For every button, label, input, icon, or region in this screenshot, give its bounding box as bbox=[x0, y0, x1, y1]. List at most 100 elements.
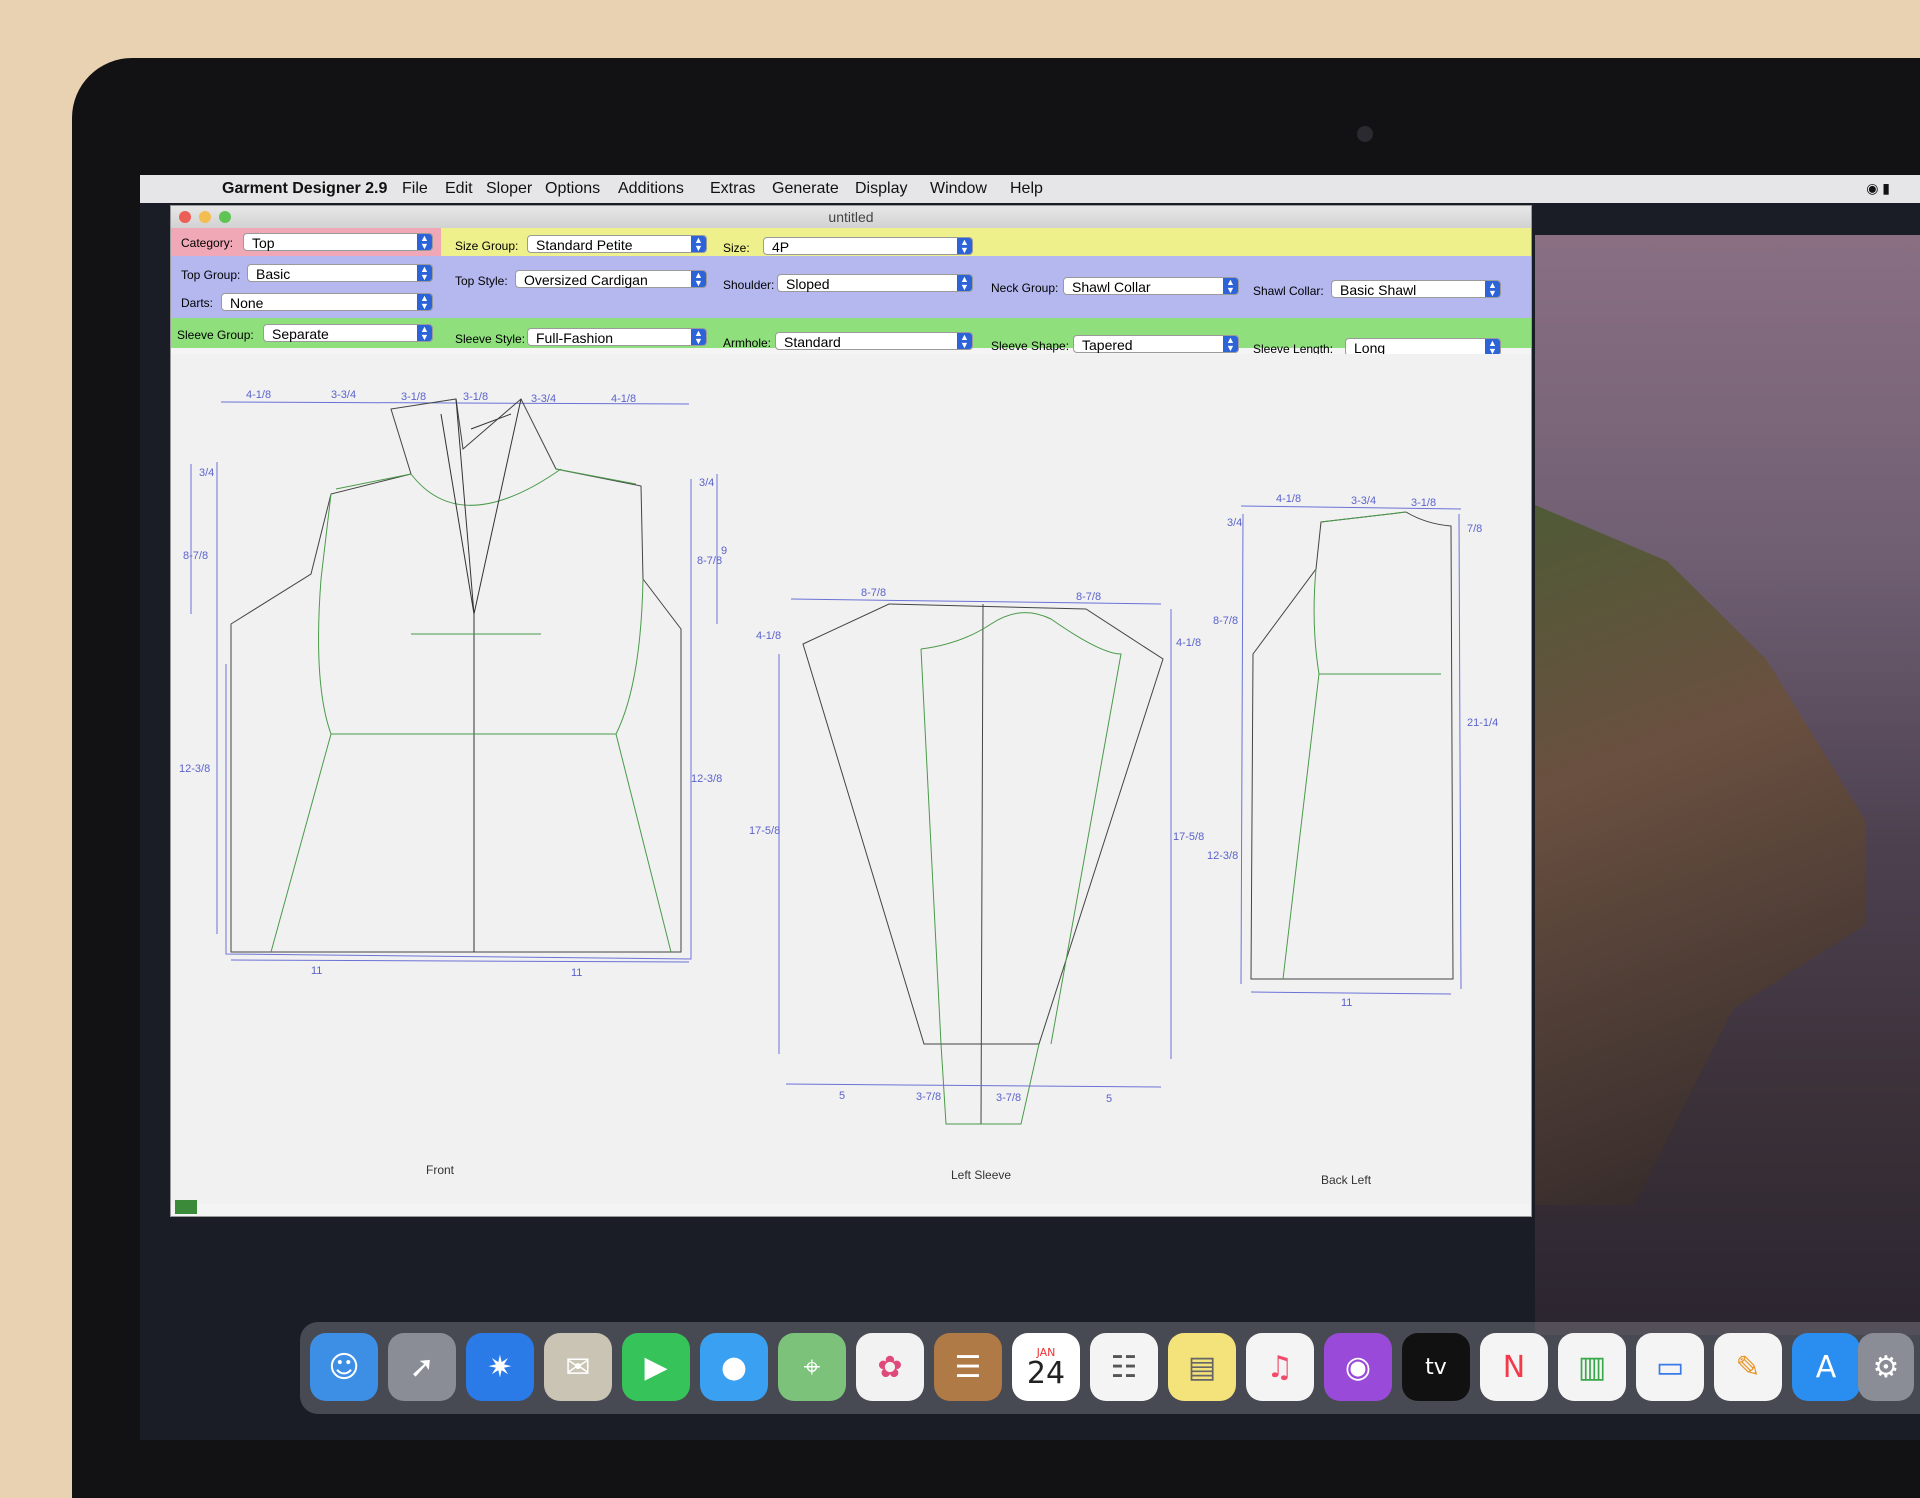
sleeve-dim-top-2: 8-7/8 bbox=[1076, 591, 1101, 603]
menu-window[interactable]: Window bbox=[930, 180, 987, 198]
system-preferences-icon[interactable]: ⚙ bbox=[1858, 1333, 1914, 1401]
menu-file[interactable]: File bbox=[402, 180, 428, 198]
category-label: Category: bbox=[181, 236, 234, 250]
sleeve-shape-select[interactable]: Tapered ▲ ▼ bbox=[1073, 335, 1239, 353]
finder-icon[interactable]: ☺ bbox=[310, 1333, 378, 1401]
menu-sloper[interactable]: Sloper bbox=[486, 180, 532, 198]
menu-edit[interactable]: Edit bbox=[445, 180, 473, 198]
front-dim-top-3: 3-1/8 bbox=[401, 391, 426, 403]
safari-icon[interactable]: ✷ bbox=[466, 1333, 534, 1401]
title-bar: untitled bbox=[171, 206, 1531, 228]
back-piece bbox=[1240, 505, 1462, 995]
notes-icon[interactable]: ▤ bbox=[1168, 1333, 1236, 1401]
sleeve-dim-bottom-3: 3-7/8 bbox=[996, 1092, 1021, 1104]
back-dim-side-2: 7/8 bbox=[1467, 523, 1482, 535]
menu-additions[interactable]: Additions bbox=[618, 180, 684, 198]
top-style-select[interactable]: Oversized Cardigan ▲ ▼ bbox=[515, 270, 707, 288]
sleeve-dim-top-1: 8-7/8 bbox=[861, 587, 886, 599]
screen: Garment Designer 2.9 File Edit Sloper Op… bbox=[140, 175, 1920, 1440]
status-icons[interactable]: ◉ ▮ bbox=[1866, 180, 1890, 197]
app-name[interactable]: Garment Designer 2.9 bbox=[222, 180, 387, 198]
back-dim-top-1: 4-1/8 bbox=[1276, 493, 1301, 505]
tv-label: tv bbox=[1425, 1354, 1447, 1380]
add-icon[interactable] bbox=[175, 1200, 197, 1214]
front-dim-bottom-2: 11 bbox=[571, 967, 582, 979]
sleeve-dim-side-2: 4-1/8 bbox=[1176, 637, 1201, 649]
pattern-canvas[interactable]: 4-1/8 3-3/4 3-1/8 3-1/8 3-3/4 4-1/8 3/4 … bbox=[171, 354, 1531, 1204]
menu-extras[interactable]: Extras bbox=[710, 180, 755, 198]
camera bbox=[1357, 126, 1373, 142]
mail-icon[interactable]: ✉ bbox=[544, 1333, 612, 1401]
photos-icon[interactable]: ✿ bbox=[856, 1333, 924, 1401]
sleeve-dim-side-3: 17-5/8 bbox=[749, 825, 780, 837]
sleeve-style-select[interactable]: Full-Fashion ▲ ▼ bbox=[527, 328, 707, 346]
facetime-icon[interactable]: ▶ bbox=[622, 1333, 690, 1401]
sleeve-piece bbox=[778, 598, 1172, 1125]
back-dim-top-2: 3-3/4 bbox=[1351, 495, 1376, 507]
calendar-icon[interactable]: JAN 24 bbox=[1012, 1333, 1080, 1401]
front-dim-right-1: 3/4 bbox=[699, 477, 714, 489]
window-title: untitled bbox=[828, 209, 874, 225]
front-dim-right-4: 12-3/8 bbox=[691, 773, 722, 785]
darts-select[interactable]: None ▲ ▼ bbox=[221, 293, 433, 311]
menu-bar: Garment Designer 2.9 File Edit Sloper Op… bbox=[140, 175, 1920, 203]
sleeve-shape-label: Sleeve Shape: bbox=[991, 339, 1070, 353]
shawl-collar-select[interactable]: Basic Shawl ▲ ▼ bbox=[1331, 280, 1501, 298]
launchpad-icon[interactable]: ➚ bbox=[388, 1333, 456, 1401]
front-dim-top-6: 4-1/8 bbox=[611, 393, 636, 405]
top-group-select[interactable]: Basic ▲ ▼ bbox=[247, 264, 433, 282]
size-select[interactable]: 4P ▲ ▼ bbox=[763, 237, 973, 255]
sleeve-style-label: Sleeve Style: bbox=[455, 332, 526, 346]
back-dim-side-5: 12-3/8 bbox=[1207, 850, 1238, 862]
pages-icon[interactable]: ✎ bbox=[1714, 1333, 1782, 1401]
contacts-icon[interactable]: ☰ bbox=[934, 1333, 1002, 1401]
neck-group-select[interactable]: Shawl Collar ▲ ▼ bbox=[1063, 277, 1239, 295]
shawl-collar-label: Shawl Collar: bbox=[1253, 284, 1324, 298]
front-piece bbox=[190, 398, 718, 963]
messages-icon[interactable]: ● bbox=[700, 1333, 768, 1401]
sleeve-dim-bottom-2: 3-7/8 bbox=[916, 1091, 941, 1103]
menu-options[interactable]: Options bbox=[545, 180, 600, 198]
front-dim-top-4: 3-1/8 bbox=[463, 391, 488, 403]
menu-generate[interactable]: Generate bbox=[772, 180, 839, 198]
sleeve-dim-bottom-1: 5 bbox=[839, 1090, 845, 1102]
armhole-label: Armhole: bbox=[723, 336, 772, 350]
sleeve-dim-side-4: 17-5/8 bbox=[1173, 831, 1204, 843]
maps-icon[interactable]: ⌖ bbox=[778, 1333, 846, 1401]
darts-label: Darts: bbox=[181, 296, 214, 310]
news-icon[interactable]: N bbox=[1480, 1333, 1548, 1401]
top-group-label: Top Group: bbox=[181, 268, 241, 282]
back-dimensions: 4-1/8 3-3/4 3-1/8 3/4 7/8 8-7/8 21-1/4 1… bbox=[1207, 493, 1498, 1009]
front-dim-left-3: 12-3/8 bbox=[179, 763, 210, 775]
category-select[interactable]: Top ▲ ▼ bbox=[243, 233, 433, 251]
menu-help[interactable]: Help bbox=[1010, 180, 1043, 198]
sleeve-group-select[interactable]: Separate ▲ ▼ bbox=[263, 324, 433, 342]
app-window: untitled Category: Top ▲ ▼ Size Group: Sta… bbox=[170, 205, 1532, 1217]
armhole-select[interactable]: Standard ▲ ▼ bbox=[775, 332, 973, 350]
front-piece-label: Front bbox=[426, 1163, 455, 1177]
music-icon[interactable]: ♫ bbox=[1246, 1333, 1314, 1401]
back-dim-bottom-1: 11 bbox=[1341, 997, 1352, 1009]
podcasts-icon[interactable]: ◉ bbox=[1324, 1333, 1392, 1401]
front-dim-top-2: 3-3/4 bbox=[331, 389, 356, 401]
front-dim-left-1: 3/4 bbox=[199, 467, 214, 479]
keynote-icon[interactable]: ▭ bbox=[1636, 1333, 1704, 1401]
shoulder-select[interactable]: Sloped ▲ ▼ bbox=[777, 274, 973, 292]
app-store-icon[interactable]: A bbox=[1792, 1333, 1860, 1401]
sleeve-dim-side-1: 4-1/8 bbox=[756, 630, 781, 642]
back-dim-top-3: 3-1/8 bbox=[1411, 497, 1436, 509]
sleeve-dimensions: 8-7/8 8-7/8 4-1/8 4-1/8 17-5/8 17-5/8 5 … bbox=[749, 587, 1204, 1105]
numbers-icon[interactable]: ▥ bbox=[1558, 1333, 1626, 1401]
front-dim-right-3: 9 bbox=[721, 545, 727, 557]
calendar-day: 24 bbox=[1026, 1355, 1066, 1391]
back-piece-label: Back Left bbox=[1321, 1173, 1372, 1187]
front-dimensions: 4-1/8 3-3/4 3-1/8 3-1/8 3-3/4 4-1/8 3/4 … bbox=[179, 389, 727, 979]
menu-display[interactable]: Display bbox=[855, 180, 907, 198]
shoulder-label: Shoulder: bbox=[723, 278, 775, 292]
sleeve-dim-bottom-4: 5 bbox=[1106, 1093, 1112, 1105]
front-dim-top-5: 3-3/4 bbox=[531, 393, 556, 405]
sleeve-piece-label: Left Sleeve bbox=[951, 1168, 1011, 1182]
size-group-select[interactable]: Standard Petite ▲ ▼ bbox=[527, 235, 707, 253]
reminders-icon[interactable]: ☷ bbox=[1090, 1333, 1158, 1401]
tv-icon[interactable]: tv bbox=[1402, 1333, 1470, 1401]
